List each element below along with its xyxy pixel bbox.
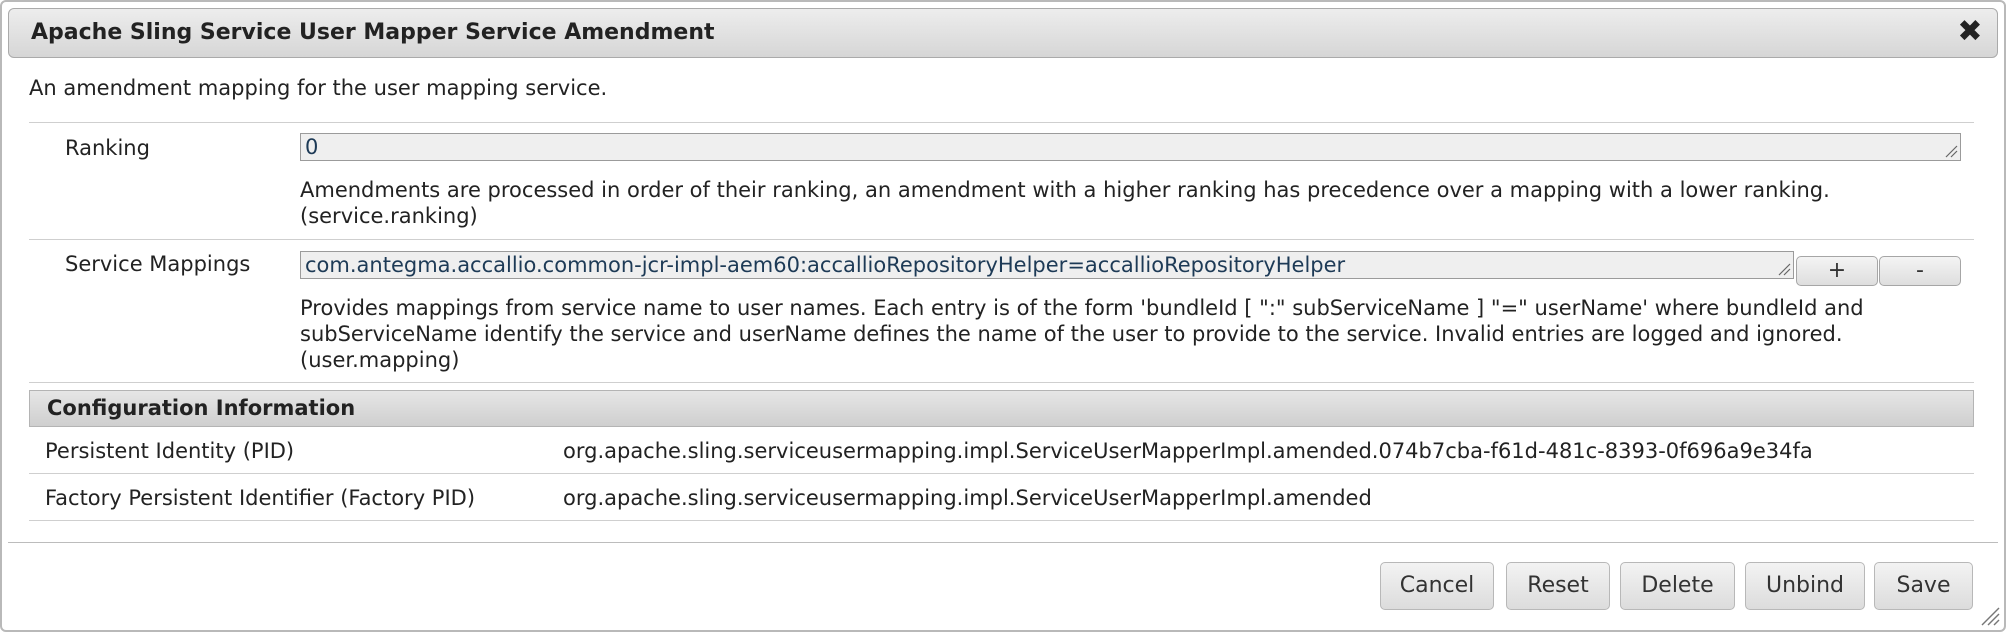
divider bbox=[29, 520, 1974, 521]
ranking-value: 0 bbox=[305, 135, 319, 159]
unbind-button[interactable]: Unbind bbox=[1745, 562, 1865, 610]
service-mappings-input[interactable]: com.antegma.accallio.common-jcr-impl-aem… bbox=[300, 251, 1794, 279]
service-mappings-help: Provides mappings from service name to u… bbox=[300, 295, 1960, 373]
ranking-input[interactable]: 0 bbox=[300, 133, 1961, 161]
resize-grip-icon[interactable] bbox=[1777, 262, 1791, 276]
divider bbox=[29, 122, 1974, 123]
dialog-description: An amendment mapping for the user mappin… bbox=[29, 76, 608, 100]
dialog-resize-icon[interactable] bbox=[1978, 604, 2000, 626]
footer-divider bbox=[8, 542, 1998, 543]
config-info-title: Configuration Information bbox=[47, 396, 356, 420]
add-mapping-button[interactable]: + bbox=[1796, 256, 1878, 286]
config-info-header: Configuration Information bbox=[29, 390, 1974, 427]
cancel-button[interactable]: Cancel bbox=[1380, 562, 1494, 610]
dialog-title: Apache Sling Service User Mapper Service… bbox=[31, 20, 715, 45]
remove-mapping-button[interactable]: - bbox=[1879, 256, 1961, 286]
service-mappings-help-text: Provides mappings from service name to u… bbox=[300, 296, 1864, 320]
service-mappings-label: Service Mappings bbox=[65, 252, 251, 276]
pid-label: Persistent Identity (PID) bbox=[45, 439, 295, 463]
delete-button[interactable]: Delete bbox=[1620, 562, 1735, 610]
factory-pid-label: Factory Persistent Identifier (Factory P… bbox=[45, 486, 476, 510]
ranking-help-key: (service.ranking) bbox=[300, 204, 478, 228]
close-icon[interactable]: ✖ bbox=[1957, 17, 1983, 47]
ranking-help-text: Amendments are processed in order of the… bbox=[300, 178, 1830, 202]
ranking-help: Amendments are processed in order of the… bbox=[300, 177, 1960, 229]
service-mappings-help-text: subServiceName identify the service and … bbox=[300, 322, 1843, 346]
reset-button[interactable]: Reset bbox=[1506, 562, 1610, 610]
factory-pid-value: org.apache.sling.serviceusermapping.impl… bbox=[563, 486, 1372, 510]
resize-grip-icon[interactable] bbox=[1944, 144, 1958, 158]
dialog-titlebar[interactable]: Apache Sling Service User Mapper Service… bbox=[8, 8, 1998, 58]
pid-value: org.apache.sling.serviceusermapping.impl… bbox=[563, 439, 1813, 463]
divider bbox=[29, 239, 1974, 240]
service-mappings-value: com.antegma.accallio.common-jcr-impl-aem… bbox=[305, 253, 1346, 277]
config-dialog: Apache Sling Service User Mapper Service… bbox=[0, 0, 2006, 632]
ranking-label: Ranking bbox=[65, 136, 150, 160]
save-button[interactable]: Save bbox=[1874, 562, 1973, 610]
divider bbox=[29, 382, 1974, 383]
service-mappings-help-key: (user.mapping) bbox=[300, 348, 460, 372]
divider bbox=[29, 473, 1974, 474]
